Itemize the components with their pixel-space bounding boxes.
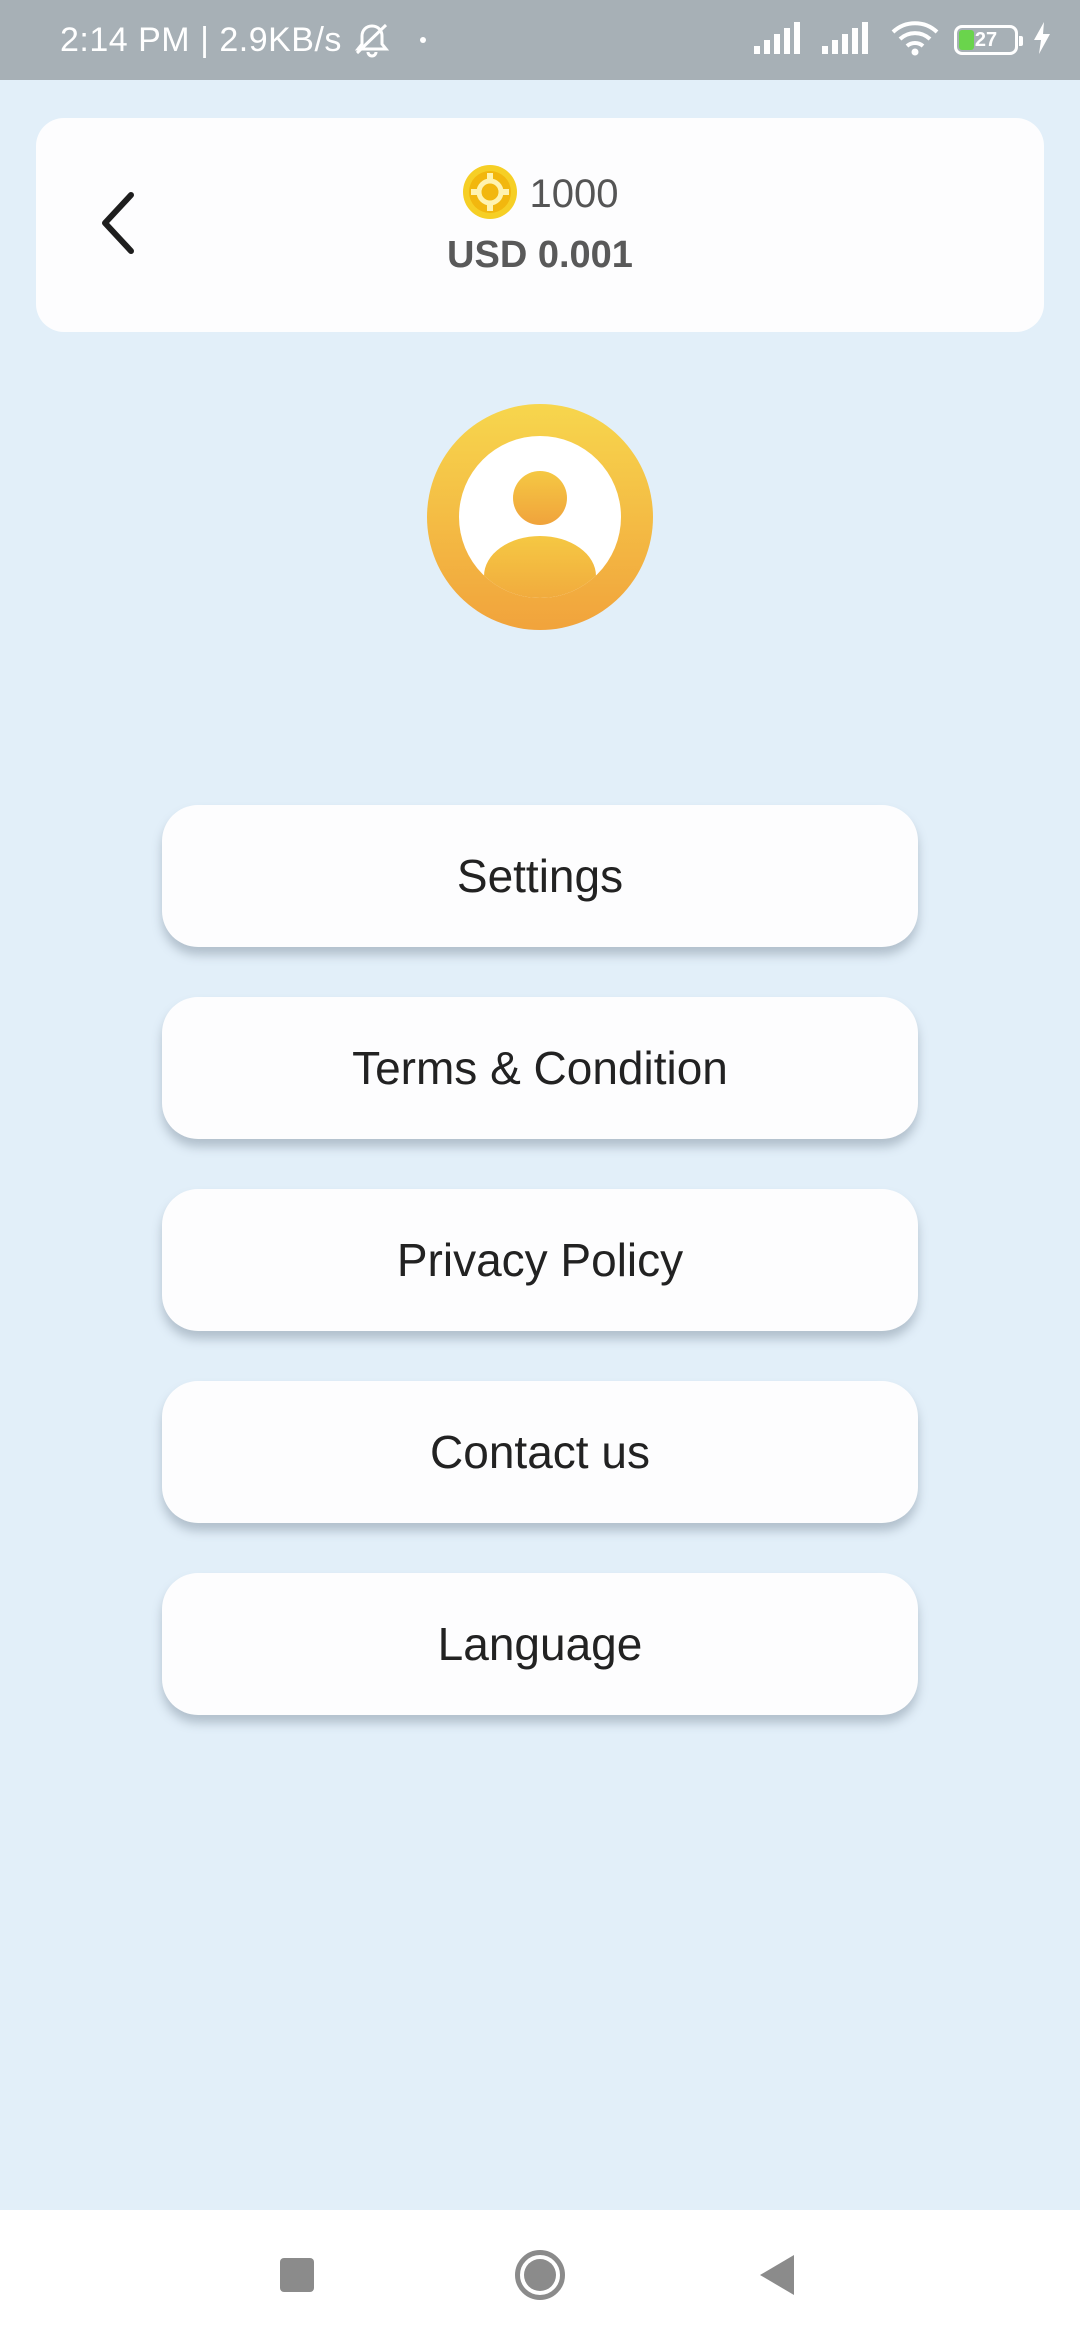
signal-icon — [754, 21, 808, 59]
user-avatar-icon — [459, 436, 621, 598]
status-time-speed: 2:14 PM | 2.9KB/s — [60, 20, 342, 59]
notification-dot — [419, 37, 426, 43]
recents-square-icon[interactable] — [280, 2258, 314, 2292]
language-button[interactable]: Language — [162, 1573, 918, 1715]
contact-us-button[interactable]: Contact us — [162, 1381, 918, 1523]
settings-button[interactable]: Settings — [162, 805, 918, 947]
charging-icon — [1032, 21, 1052, 59]
coin-balance: 1000 — [0, 164, 1080, 225]
status-bar: 2:14 PM | 2.9KB/s 27 — [0, 0, 1080, 80]
coin-icon — [462, 164, 518, 225]
avatar[interactable] — [427, 404, 653, 630]
signal-icon — [822, 21, 876, 59]
status-left: 2:14 PM | 2.9KB/s — [60, 20, 426, 60]
bell-off-icon — [352, 20, 392, 60]
wifi-icon — [890, 20, 940, 61]
usd-value: USD 0.001 — [447, 234, 633, 276]
coin-count: 1000 — [529, 172, 619, 216]
terms-condition-button[interactable]: Terms & Condition — [162, 997, 918, 1139]
header-card — [36, 118, 1044, 332]
battery-icon: 27 — [954, 25, 1023, 55]
privacy-policy-button[interactable]: Privacy Policy — [162, 1189, 918, 1331]
back-triangle-icon[interactable] — [760, 2255, 794, 2295]
battery-percent: 27 — [974, 28, 998, 51]
home-circle-dot — [524, 2259, 556, 2291]
home-circle-icon[interactable] — [515, 2250, 565, 2300]
battery-fill — [959, 30, 974, 50]
status-right: 27 — [754, 20, 1052, 61]
